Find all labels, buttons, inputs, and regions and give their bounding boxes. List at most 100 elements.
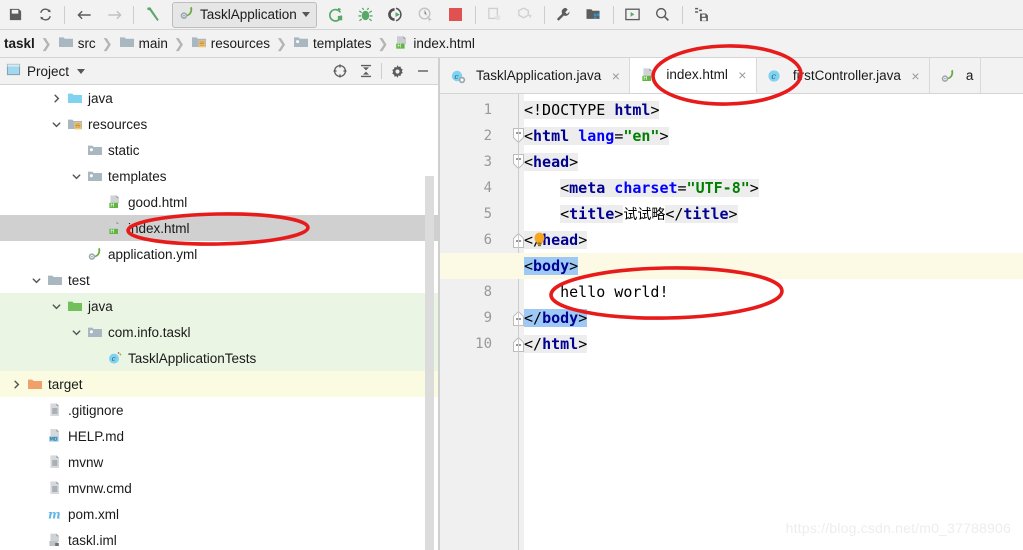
update-application-icon[interactable] <box>480 2 510 28</box>
project-tree[interactable]: java resources static templates Hgood.html Hi… <box>0 85 440 550</box>
tree-row-java[interactable]: java <box>0 85 440 111</box>
tree-row--gitignore[interactable]: .gitignore <box>0 397 440 423</box>
stop-icon[interactable] <box>441 2 471 28</box>
breadcrumb-item-resources[interactable]: resources <box>189 30 272 57</box>
hide-panel-icon[interactable] <box>410 60 436 82</box>
code-line[interactable]: </html> <box>524 331 588 357</box>
project-structure-icon[interactable] <box>579 2 609 28</box>
close-tab-icon[interactable]: × <box>609 69 622 83</box>
tree-row-label: static <box>108 142 140 158</box>
code-line[interactable]: <meta charset="UTF-8"> <box>560 175 759 201</box>
navigate-forward-icon[interactable] <box>99 2 129 28</box>
tree-row-tasklapplicationtests[interactable]: c TasklApplicationTests <box>0 345 440 371</box>
chevron-down-icon[interactable] <box>77 68 86 74</box>
sync-refresh-icon[interactable] <box>30 2 60 28</box>
code-line[interactable]: <body> <box>524 253 579 279</box>
code-token: 试试略 <box>623 207 666 223</box>
navigate-back-icon[interactable] <box>69 2 99 28</box>
spring-boot-class-icon: c <box>449 68 466 84</box>
search-everywhere-icon[interactable] <box>648 2 678 28</box>
package-folder-icon <box>86 168 103 184</box>
code-line[interactable]: hello world! <box>560 279 668 305</box>
code-line[interactable]: <head> <box>524 149 579 175</box>
editor-tab-firstcontroller-java[interactable]: c firstController.java × <box>757 58 930 93</box>
breadcrumb-item-taskl[interactable]: taskl <box>2 30 37 57</box>
run-icon[interactable] <box>321 2 351 28</box>
save-all-icon[interactable] <box>0 2 30 28</box>
tree-row-resources[interactable]: resources <box>0 111 440 137</box>
collapse-all-icon[interactable] <box>353 60 379 82</box>
profile-icon[interactable] <box>411 2 441 28</box>
chevron-down-icon[interactable] <box>30 274 43 287</box>
project-view-icon <box>6 62 21 80</box>
settings-wrench-icon[interactable] <box>549 2 579 28</box>
tree-row-label: TasklApplicationTests <box>128 350 257 366</box>
code-line[interactable]: <html lang="en"> <box>524 123 669 149</box>
breadcrumb-item-index-html[interactable]: H index.html <box>392 30 477 57</box>
chevron-down-icon[interactable] <box>301 12 310 17</box>
terminal-icon[interactable] <box>618 2 648 28</box>
intention-bulb-icon[interactable] <box>533 232 546 247</box>
tree-row-mvnw-cmd[interactable]: mvnw.cmd <box>0 475 440 501</box>
tree-row-index-html[interactable]: Hindex.html <box>0 215 440 241</box>
svg-text:c: c <box>454 71 458 80</box>
chevron-right-icon[interactable] <box>10 378 23 391</box>
tree-row-help-md[interactable]: MD HELP.md <box>0 423 440 449</box>
import-module-icon[interactable] <box>510 2 540 28</box>
tree-row-static[interactable]: static <box>0 137 440 163</box>
source-folder-blue-icon <box>66 90 83 106</box>
run-configuration-selector[interactable]: TasklApplication <box>172 1 317 28</box>
editor-tab-index-html[interactable]: Hindex.html × <box>630 58 757 93</box>
editor-tab-a[interactable]: a <box>930 58 982 93</box>
code-line[interactable]: </body> <box>524 305 588 331</box>
code-token: < <box>524 257 534 275</box>
tree-row-good-html[interactable]: Hgood.html <box>0 189 440 215</box>
close-tab-icon[interactable]: × <box>909 69 922 83</box>
tree-row-label: good.html <box>128 194 188 210</box>
chevron-down-icon[interactable] <box>70 170 83 183</box>
close-tab-icon[interactable]: × <box>736 68 749 82</box>
breadcrumb-item-src[interactable]: src <box>56 30 98 57</box>
svg-text:H: H <box>110 203 114 209</box>
code-token: < <box>560 179 570 197</box>
chevron-down-icon[interactable] <box>50 118 63 131</box>
tree-row-taskl-iml[interactable]: taskl.iml <box>0 527 440 550</box>
editor-tab-tasklapplication-java[interactable]: c TasklApplication.java × <box>440 58 631 93</box>
code-editor[interactable]: 12345678910 <!DOCTYPE html><html lang="e… <box>440 94 1023 550</box>
editor-gutter[interactable]: 12345678910 <box>440 94 524 550</box>
package-folder-icon <box>86 142 103 158</box>
settings-gear-icon[interactable] <box>384 60 410 82</box>
code-token: meta <box>569 179 606 197</box>
tree-row-mvnw[interactable]: mvnw <box>0 449 440 475</box>
run-with-coverage-icon[interactable] <box>381 2 411 28</box>
chevron-down-icon[interactable] <box>50 300 63 313</box>
project-tree-scrollbar[interactable] <box>425 176 434 550</box>
database-save-icon[interactable] <box>687 2 717 28</box>
tree-row-target[interactable]: target <box>0 371 440 397</box>
tree-row-java[interactable]: java <box>0 293 440 319</box>
chevron-down-icon[interactable] <box>70 326 83 339</box>
tree-row-label: mvnw <box>68 454 104 470</box>
tree-row-com-info-taskl[interactable]: com.info.taskl <box>0 319 440 345</box>
code-line[interactable]: <!DOCTYPE html> <box>524 97 660 123</box>
code-token: </ <box>524 335 543 353</box>
chevron-right-icon[interactable] <box>50 92 63 105</box>
select-opened-file-icon[interactable] <box>327 60 353 82</box>
spring-yml-icon <box>86 246 103 262</box>
compile-hammer-icon[interactable] <box>138 2 168 28</box>
breadcrumb-separator: ❯ <box>40 35 52 51</box>
code-token: </ <box>665 205 684 223</box>
code-line[interactable]: <title>试试略</title> <box>560 201 738 227</box>
tree-row-application-yml[interactable]: application.yml <box>0 241 440 267</box>
code-token: < <box>524 127 534 145</box>
breadcrumb-item-main[interactable]: main <box>117 30 170 57</box>
watermark: https://blog.csdn.net/m0_37788906 <box>785 520 1011 536</box>
breadcrumb-item-templates[interactable]: templates <box>291 30 374 57</box>
spring-yml-icon <box>939 68 956 84</box>
tree-row-test[interactable]: test <box>0 267 440 293</box>
scrollbar-thumb[interactable] <box>425 176 434 550</box>
debug-icon[interactable] <box>351 2 381 28</box>
tree-row-templates[interactable]: templates <box>0 163 440 189</box>
tree-row-pom-xml[interactable]: m pom.xml <box>0 501 440 527</box>
